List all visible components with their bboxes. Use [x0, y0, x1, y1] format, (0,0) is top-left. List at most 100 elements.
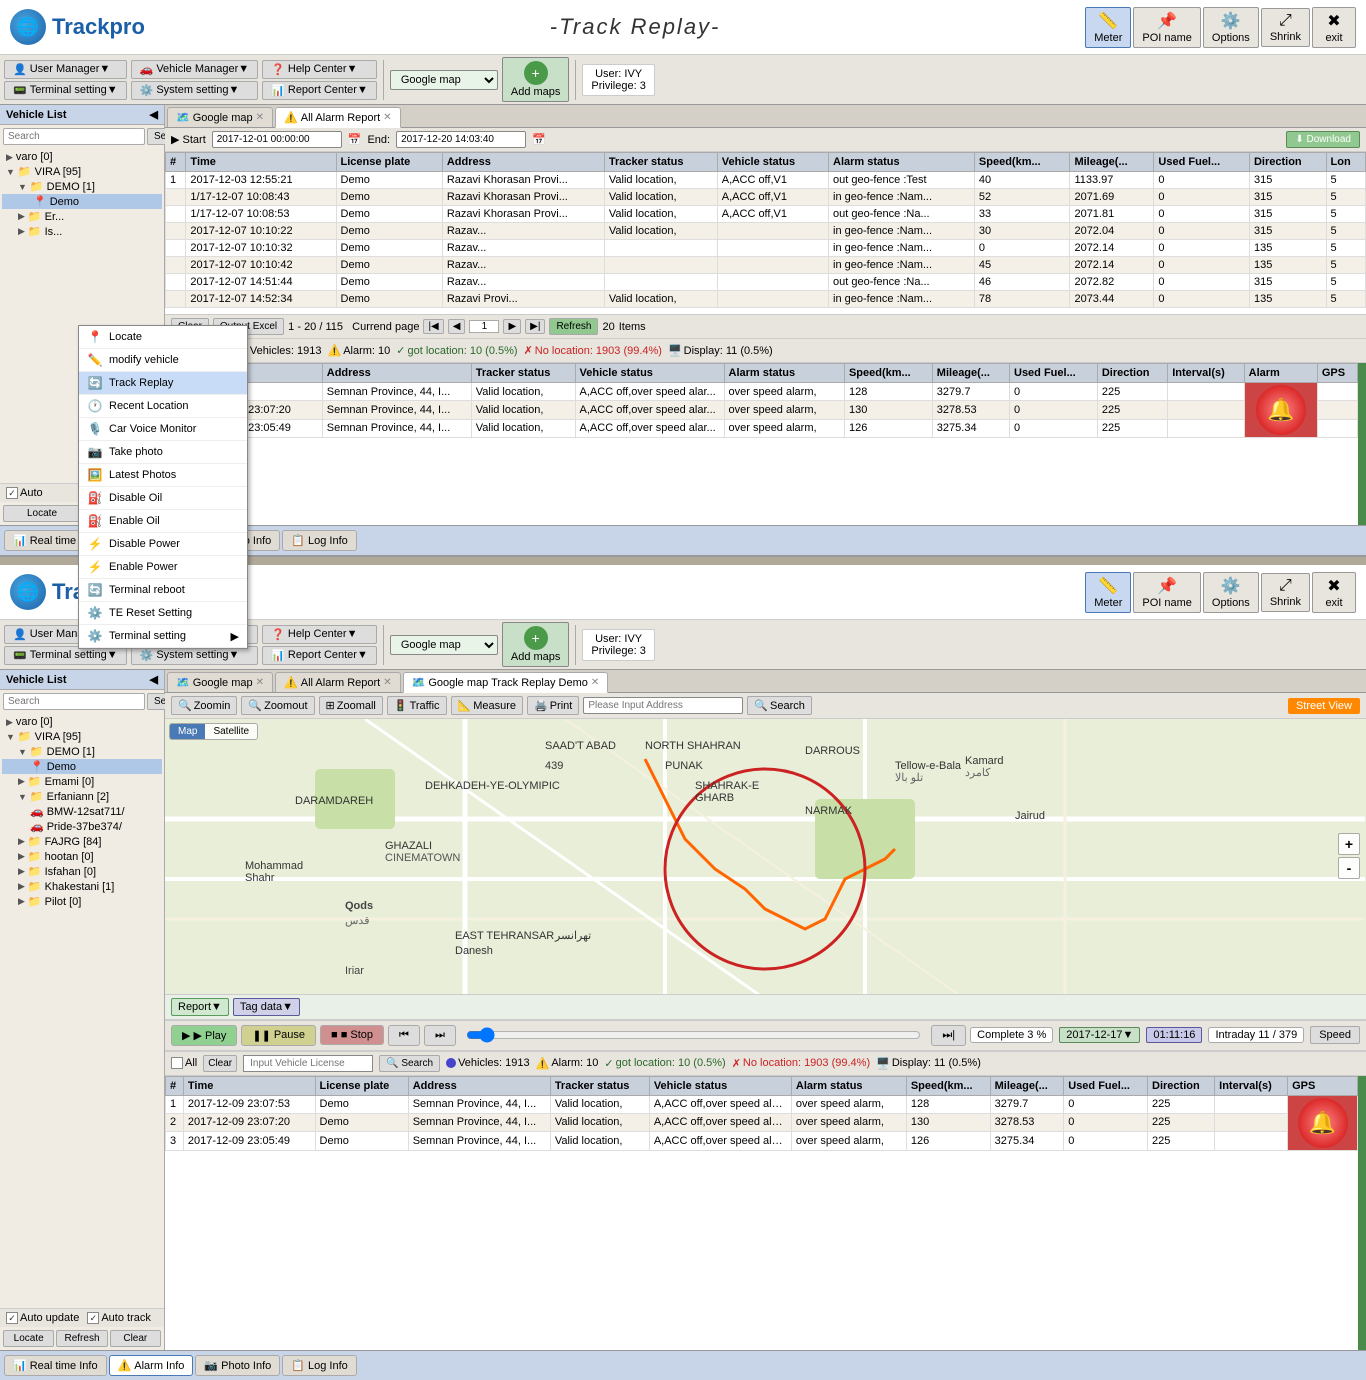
help-center-menu[interactable]: ❓ Help Center▼	[262, 60, 377, 79]
add-maps-button[interactable]: + Add maps	[502, 57, 570, 102]
zoomall-button[interactable]: ⊞ Zoomall	[319, 696, 383, 715]
ctx-locate[interactable]: 📍 Locate	[79, 326, 247, 349]
tree-item-varo[interactable]: ▶ varo [0]	[2, 150, 162, 164]
panel-collapse-icon[interactable]: ◀	[150, 108, 158, 121]
ctx-enable-power[interactable]: ⚡ Enable Power	[79, 556, 247, 579]
address-input[interactable]	[583, 697, 743, 714]
system-setting-menu[interactable]: ⚙️ System setting▼	[131, 81, 259, 100]
exit-button[interactable]: ✖ exit	[1312, 7, 1356, 48]
zoomin-button[interactable]: 🔍 Zoomin	[171, 696, 237, 715]
next-page[interactable]: ▶	[503, 319, 521, 334]
zoomout-button[interactable]: 🔍 Zoomout	[241, 696, 314, 715]
tag-data-button[interactable]: Tag data▼	[233, 998, 300, 1016]
ctx-disable-power[interactable]: ⚡ Disable Power	[79, 533, 247, 556]
tree-vira-b[interactable]: ▼ 📁 VIRA [95]	[2, 729, 162, 744]
map-type-map[interactable]: Map	[170, 724, 205, 739]
table-row[interactable]: 2017-12-07 10:10:32 Demo Razav... in geo…	[166, 240, 1366, 257]
table-row[interactable]: 2017-12-07 10:10:42 Demo Razav... in geo…	[166, 257, 1366, 274]
tab-map-close[interactable]: ✕	[256, 112, 264, 123]
table-row[interactable]: 2017-12-09 23:07:20 Semnan Province, 44,…	[166, 401, 1358, 419]
tree-varo-b[interactable]: ▶ varo [0]	[2, 715, 162, 729]
alarm-table-scroll[interactable]: # Time License plate Address Tracker sta…	[165, 152, 1366, 314]
vehicle-search-input[interactable]	[3, 128, 145, 145]
meter-button-bottom[interactable]: 📏 Meter	[1085, 572, 1131, 613]
right-scrollbar[interactable]	[1358, 363, 1366, 525]
pause-button[interactable]: ❚❚ Pause	[241, 1025, 316, 1046]
ctx-latest-photos[interactable]: 🖼️ Latest Photos	[79, 464, 247, 487]
prev-frame-button[interactable]: ⏮	[388, 1025, 420, 1046]
tree-erfaniann-b[interactable]: ▼ 📁 Erfaniann [2]	[2, 789, 162, 804]
tab-map-close-b[interactable]: ✕	[256, 677, 264, 688]
options-button-bottom[interactable]: ⚙️ Options	[1203, 572, 1259, 613]
prev-page[interactable]: ◀	[448, 319, 466, 334]
tree-bmw-b[interactable]: 🚗 BMW-12sat711/	[2, 804, 162, 819]
table-row[interactable]: 2017-12-07 14:51:44 Demo Razav... out ge…	[166, 274, 1366, 291]
terminal-setting-menu[interactable]: 📟 Terminal setting▼	[4, 81, 127, 100]
tree-item-demo1[interactable]: ▼ 📁 DEMO [1]	[2, 179, 162, 194]
meter-button[interactable]: 📏 Meter	[1085, 7, 1131, 48]
table-row[interactable]: 1/17-12-07 10:08:43 Demo Razavi Khorasan…	[166, 189, 1366, 206]
options-button[interactable]: ⚙️ Options	[1203, 7, 1259, 48]
end-button[interactable]: ⏭|	[931, 1025, 966, 1046]
table-row[interactable]: 3 2017-12-09 23:05:49 Demo Semnan Provin…	[166, 1132, 1358, 1150]
poi-button[interactable]: 📌 POI name	[1133, 7, 1201, 48]
ctx-modify[interactable]: ✏️ modify vehicle	[79, 349, 247, 372]
page-number-input[interactable]	[469, 320, 499, 333]
ctx-track-replay[interactable]: 🔄 Track Replay	[79, 372, 247, 395]
user-manager-menu[interactable]: 👤 User Manager▼	[4, 60, 127, 79]
table-row[interactable]: 1 2017-12-0... Semnan Province, 44, I...…	[166, 383, 1358, 401]
last-page[interactable]: ▶|	[525, 319, 545, 334]
table-row[interactable]: 2017-12-09 23:05:49 Semnan Province, 44,…	[166, 419, 1358, 437]
tree-fajrg-b[interactable]: ▶ 📁 FAJRG [84]	[2, 834, 162, 849]
ctx-recent[interactable]: 🕐 Recent Location	[79, 395, 247, 418]
tab-alarm-b[interactable]: ⚠️ All Alarm Report ✕	[275, 672, 401, 692]
tree-hootan-b[interactable]: ▶ 📁 hootan [0]	[2, 849, 162, 864]
tab-alarm-close-b[interactable]: ✕	[383, 677, 391, 688]
tab-google-map-b[interactable]: 🗺️ Google map ✕	[167, 672, 273, 692]
ctx-photo[interactable]: 📷 Take photo	[79, 441, 247, 464]
tab-replay-b[interactable]: 🗺️ Google map Track Replay Demo ✕	[403, 672, 609, 693]
auto-track-b[interactable]: Auto track	[87, 1312, 151, 1324]
bottom-alarm-scroll[interactable]: # Time License plate Address Tracker sta…	[165, 1076, 1358, 1351]
tree-emami-b[interactable]: ▶ 📁 Emami [0]	[2, 774, 162, 789]
table-row[interactable]: 2 2017-12-09 23:07:20 Demo Semnan Provin…	[166, 1113, 1358, 1131]
locate-btn-b[interactable]: Locate	[3, 1330, 54, 1347]
vehicle-search-input-bottom[interactable]	[3, 693, 145, 710]
tree-demo1-b[interactable]: ▼ 📁 DEMO [1]	[2, 744, 162, 759]
map-select[interactable]: Google map	[390, 70, 498, 90]
shrink-button-bottom[interactable]: ⤢ Shrink	[1261, 573, 1310, 612]
locate-button[interactable]: Locate	[3, 505, 81, 522]
panel-collapse-bottom[interactable]: ◀	[150, 673, 158, 686]
auto-update-checkbox[interactable]: Auto	[6, 487, 43, 499]
tree-khak-b[interactable]: ▶ 📁 Khakestani [1]	[2, 879, 162, 894]
table-row[interactable]: 1 2017-12-09 23:07:53 Demo Semnan Provin…	[166, 1095, 1358, 1113]
search-map-button[interactable]: 🔍 Search	[747, 696, 812, 715]
table-row[interactable]: 1/17-12-07 10:08:53 Demo Razavi Khorasan…	[166, 206, 1366, 223]
add-maps-button-bottom[interactable]: + Add maps	[502, 622, 570, 667]
ctx-disable-oil[interactable]: ⛽ Disable Oil	[79, 487, 247, 510]
end-date-input[interactable]	[396, 131, 526, 148]
exit-button-bottom[interactable]: ✖ exit	[1312, 572, 1356, 613]
tree-item-vira[interactable]: ▼ 📁 VIRA [95]	[2, 164, 162, 179]
bottom-tab-log[interactable]: 📋 Log Info	[282, 530, 356, 551]
report-button[interactable]: Report▼	[171, 998, 229, 1016]
tree-pride-b[interactable]: 🚗 Pride-37be374/	[2, 819, 162, 834]
stop-button[interactable]: ■ ■ Stop	[320, 1025, 384, 1045]
auto-update-b[interactable]: Auto update	[6, 1312, 79, 1324]
print-button[interactable]: 🖨️ Print	[527, 696, 579, 715]
clear-input-button[interactable]: Clear	[203, 1055, 237, 1072]
map-type-satellite[interactable]: Satellite	[205, 724, 257, 739]
map-container[interactable]: Map Satellite	[165, 719, 1366, 994]
tree-isfahan-b[interactable]: ▶ 📁 Isfahan [0]	[2, 864, 162, 879]
poi-button-bottom[interactable]: 📌 POI name	[1133, 572, 1201, 613]
start-date-input[interactable]	[212, 131, 342, 148]
shrink-button[interactable]: ⤢ Shrink	[1261, 8, 1310, 47]
next-frame-button[interactable]: ⏭	[424, 1025, 456, 1046]
replay-slider[interactable]	[466, 1027, 922, 1043]
ctx-enable-oil[interactable]: ⛽ Enable Oil	[79, 510, 247, 533]
tree-demo-b[interactable]: 📍 Demo	[2, 759, 162, 774]
speed-button[interactable]: Speed	[1310, 1026, 1360, 1044]
clear-btn-b[interactable]: Clear	[110, 1330, 161, 1347]
refresh-btn-b[interactable]: Refresh	[56, 1330, 107, 1347]
ctx-terminal-setting[interactable]: ⚙️ Terminal setting ▶	[79, 625, 247, 648]
